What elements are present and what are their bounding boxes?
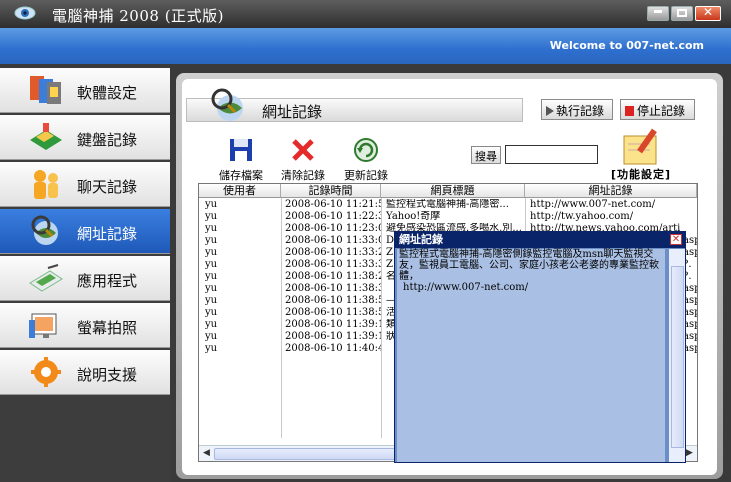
popup-vertical-scrollbar[interactable] — [669, 249, 685, 462]
section-title: 網址記錄 — [262, 103, 323, 121]
popup-body: 監控程式電腦神捕-高隱密側錄監控電腦及msn聊天監視交友，監視員工電腦、公司、家… — [397, 249, 665, 462]
cell-time: 2008-06-10 11:39:12 — [285, 319, 381, 330]
column-header-page-title[interactable]: 網頁標題 — [381, 184, 525, 198]
stop-log-button[interactable]: 停止記錄 — [620, 99, 695, 120]
save-file-button[interactable]: 儲存檔案 — [213, 136, 269, 183]
refresh-icon — [354, 138, 378, 162]
cell-user: yu — [205, 307, 218, 318]
popup-close-icon[interactable]: ✕ — [670, 234, 682, 245]
run-log-button[interactable]: 執行記錄 — [541, 99, 613, 120]
cell-user: yu — [205, 271, 218, 282]
cell-time: 2008-06-10 11:38:57 — [285, 307, 381, 318]
cell-time: 2008-06-10 11:33:37 — [285, 259, 381, 270]
cell-user: yu — [205, 331, 218, 342]
sidebar-item-label: 鍵盤記錄 — [77, 131, 138, 149]
app-eye-icon — [14, 6, 36, 20]
cell-time: 2008-06-10 11:33:27 — [285, 247, 381, 258]
column-header-url[interactable]: 網址記錄 — [525, 184, 697, 198]
cell-time: 2008-06-10 11:38:27 — [285, 271, 381, 282]
software-settings-icon — [30, 76, 61, 104]
cell-time: 2008-06-10 11:38:52 — [285, 295, 381, 306]
scrollbar-thumb[interactable] — [671, 266, 684, 448]
cell-user: yu — [205, 223, 218, 234]
sidebar-item-label: 網址記錄 — [77, 225, 138, 243]
cell-user: yu — [205, 211, 218, 222]
popup-title: 網址記錄 — [395, 232, 685, 248]
settings-note-icon — [623, 128, 657, 165]
column-header-user[interactable]: 使用者 — [199, 184, 281, 198]
table-row[interactable]: yu 2008-06-10 11:21:50 監控程式電腦神捕-高隱密... http… — [199, 199, 697, 211]
clear-log-label: 清除記錄 — [281, 169, 325, 182]
sidebar-item-software-settings[interactable]: 軟體設定 — [0, 68, 170, 113]
cell-user: yu — [205, 319, 218, 330]
sidebar-item-chat-log[interactable]: 聊天記錄 — [0, 162, 170, 207]
floppy-disk-icon — [230, 139, 252, 161]
function-settings-button[interactable]: [功能設定] — [611, 166, 671, 182]
cell-page-title: 監控程式電腦神捕-高隱密... — [386, 199, 509, 210]
search-input[interactable] — [505, 145, 598, 164]
close-button[interactable]: ✕ — [695, 5, 721, 21]
cell-url: http://www.007-net.com/ — [530, 199, 656, 210]
run-log-label: 執行記錄 — [556, 104, 605, 118]
cell-user: yu — [205, 247, 218, 258]
url-detail-popup: 網址記錄 ✕ 監控程式電腦神捕-高隱密側錄監控電腦及msn聊天監視交友，監視員工… — [394, 231, 686, 463]
refresh-log-button[interactable]: 更新記錄 — [338, 136, 394, 183]
sidebar-item-screenshot[interactable]: 螢幕拍照 — [0, 303, 170, 348]
sidebar-item-keyboard-log[interactable]: 鍵盤記錄 — [0, 115, 170, 160]
url-log-header-icon — [211, 88, 243, 121]
stop-log-label: 停止記錄 — [637, 104, 686, 118]
popup-description: 監控程式電腦神捕-高隱密側錄監控電腦及msn聊天監視交友，監視員工電腦、公司、家… — [399, 249, 659, 282]
cell-user: yu — [205, 199, 218, 210]
header-banner: Welcome to 007-net.com — [0, 28, 731, 64]
screenshot-icon — [29, 313, 57, 338]
sidebar-item-applications[interactable]: 應用程式 — [0, 256, 170, 301]
cell-page-title: Yahoo!奇摩 — [386, 211, 441, 222]
sidebar-item-label: 說明支援 — [77, 366, 138, 384]
cell-time: 2008-06-10 11:39:17 — [285, 331, 381, 342]
chat-log-icon — [34, 170, 58, 199]
welcome-text: Welcome to 007-net.com — [549, 39, 704, 52]
cell-time: 2008-06-10 11:23:05 — [285, 223, 381, 234]
cell-time: 2008-06-10 11:33:02 — [285, 235, 381, 246]
cell-time: 2008-06-10 11:22:30 — [285, 211, 381, 222]
sidebar-item-label: 軟體設定 — [77, 84, 138, 102]
window-title: 電腦神捕 2008 (正式版) — [52, 7, 224, 25]
sidebar-item-label: 聊天記錄 — [77, 178, 138, 196]
table-row[interactable]: yu 2008-06-10 11:22:30 Yahoo!奇摩 http://tw.y… — [199, 211, 697, 223]
cell-url: http://tw.yahoo.com/ — [530, 211, 634, 222]
cell-time: 2008-06-10 11:40:42 — [285, 343, 381, 354]
sidebar-item-label: 螢幕拍照 — [77, 319, 138, 337]
scroll-left-icon[interactable]: ◀ — [199, 446, 214, 461]
keyboard-log-icon — [30, 123, 62, 150]
sidebar-item-url-log[interactable]: 網址記錄 — [0, 209, 170, 254]
maximize-button[interactable] — [671, 6, 693, 21]
cell-time: 2008-06-10 11:21:50 — [285, 199, 381, 210]
clear-log-button[interactable]: 清除記錄 — [275, 136, 331, 183]
applications-icon — [29, 264, 63, 292]
play-icon — [546, 106, 554, 116]
refresh-log-label: 更新記錄 — [344, 169, 388, 182]
stop-icon — [625, 106, 634, 116]
url-log-icon — [31, 215, 58, 245]
sidebar-item-help-support[interactable]: 說明支援 — [0, 350, 170, 395]
cell-user: yu — [205, 235, 218, 246]
cell-user: yu — [205, 259, 218, 270]
cell-user: yu — [205, 343, 218, 354]
delete-x-icon — [292, 139, 314, 161]
save-file-label: 儲存檔案 — [219, 169, 263, 182]
cell-time: 2008-06-10 11:38:37 — [285, 283, 381, 294]
popup-url[interactable]: http://www.007-net.com/ — [403, 282, 663, 293]
column-header-time[interactable]: 記錄時間 — [281, 184, 381, 198]
title-bar: 電腦神捕 2008 (正式版) ✕ — [0, 0, 731, 28]
search-button[interactable]: 搜尋 — [471, 146, 501, 164]
sidebar: 軟體設定 鍵盤記錄 聊天記錄 網址記錄 應用程式 螢幕拍照 說明支援 — [0, 68, 170, 482]
sidebar-item-label: 應用程式 — [77, 272, 138, 290]
cell-user: yu — [205, 295, 218, 306]
minimize-button[interactable] — [647, 6, 669, 21]
cell-user: yu — [205, 283, 218, 294]
help-support-icon — [31, 357, 61, 387]
